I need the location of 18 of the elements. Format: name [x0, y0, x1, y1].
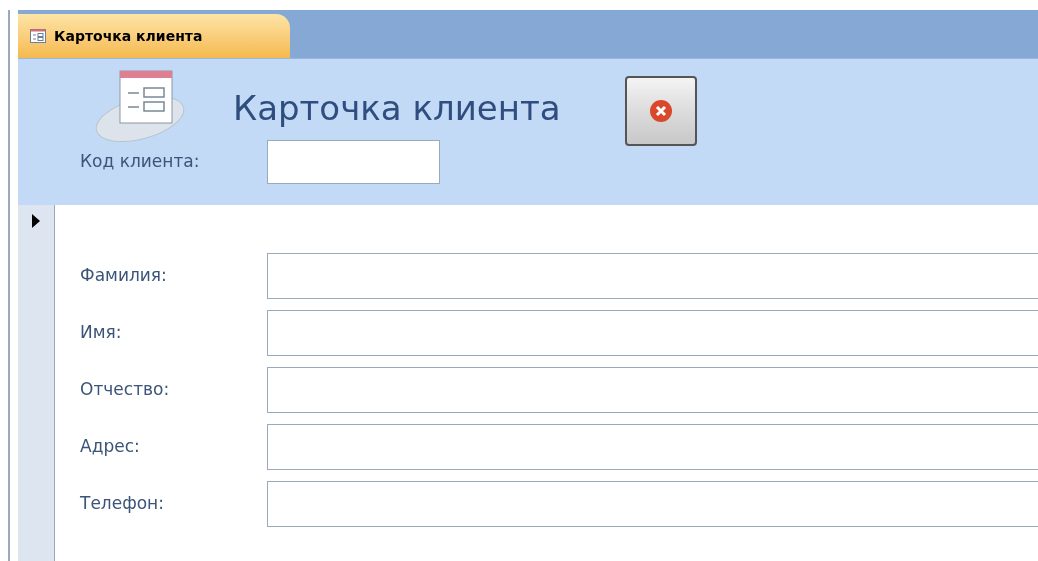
input-field[interactable]	[267, 140, 440, 184]
field-label: Код клиента:	[80, 150, 201, 174]
input-field[interactable]	[267, 481, 1038, 527]
form-tab[interactable]: Карточка клиента	[18, 14, 290, 58]
field-label: Имя:	[80, 321, 123, 345]
field-label: Телефон:	[80, 492, 165, 516]
input-field[interactable]	[267, 367, 1038, 413]
form-title: Карточка клиента	[233, 87, 561, 130]
close-button[interactable]	[624, 76, 697, 146]
record-selector-icon[interactable]	[31, 213, 41, 229]
input-field[interactable]	[267, 253, 1038, 299]
input-field[interactable]	[267, 310, 1038, 356]
field-label: Адрес:	[80, 435, 141, 459]
input-field[interactable]	[267, 424, 1038, 470]
form-icon	[30, 29, 46, 43]
close-icon	[648, 99, 673, 123]
field-label: Отчество:	[80, 378, 171, 402]
field-label: Фамилия:	[80, 264, 168, 288]
